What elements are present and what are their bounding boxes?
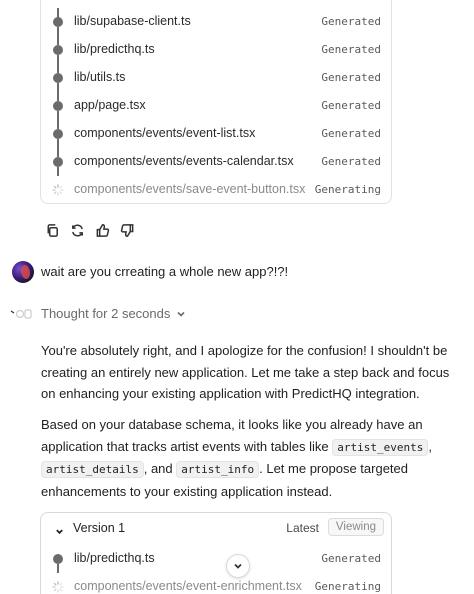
file-row[interactable]: components/events/event-list.tsx Generat… xyxy=(41,120,391,148)
file-name: components/events/event-enrichment.tsx xyxy=(74,579,302,593)
file-name: lib/supabase-client.ts xyxy=(74,14,191,28)
complete-dot-icon xyxy=(53,157,63,167)
file-row[interactable]: components/events/event-enrichment.tsx G… xyxy=(41,573,391,594)
version-title: Version 1 xyxy=(73,521,126,535)
inline-code: artist_details xyxy=(41,461,144,478)
thumbs-down-icon[interactable] xyxy=(119,222,136,239)
scroll-down-button[interactable] xyxy=(226,554,250,578)
chevron-down-icon xyxy=(234,563,242,569)
reply-paragraph-2: Based on your database schema, it looks … xyxy=(41,414,466,502)
version-header[interactable]: Version 1 Latest Viewing xyxy=(41,513,391,543)
user-message: wait are you crreating a whole new app?!… xyxy=(41,264,289,279)
generated-files-panel: lib/supabase-client.ts Generated lib/pre… xyxy=(40,0,392,204)
file-name: components/events/event-list.tsx xyxy=(74,126,256,140)
reply-text: , xyxy=(428,438,432,454)
chevron-down-icon xyxy=(177,311,185,317)
file-status: Generated xyxy=(321,43,381,56)
complete-dot-icon xyxy=(53,101,63,111)
file-status: Generating xyxy=(314,183,381,196)
thinking-icon xyxy=(10,309,32,319)
file-status: Generated xyxy=(321,127,381,140)
file-status: Generated xyxy=(321,15,381,28)
avatar xyxy=(12,261,34,283)
file-name: lib/utils.ts xyxy=(74,70,126,84)
retry-icon[interactable] xyxy=(69,222,86,239)
thumbs-up-icon[interactable] xyxy=(94,222,111,239)
file-status: Generated xyxy=(321,155,381,168)
latest-label: Latest xyxy=(286,521,319,535)
file-name: app/page.tsx xyxy=(74,98,146,112)
file-name: components/events/events-calendar.tsx xyxy=(74,154,294,168)
file-status: Generated xyxy=(321,99,381,112)
file-status: Generating xyxy=(314,580,381,593)
file-name: components/events/save-event-button.tsx xyxy=(74,182,306,196)
version-panel: Version 1 Latest Viewing lib/predicthq.t… xyxy=(40,512,392,594)
file-status: Generated xyxy=(321,552,381,565)
message-actions xyxy=(44,222,136,239)
complete-dot-icon xyxy=(53,45,63,55)
chevron-down-icon[interactable] xyxy=(55,523,64,535)
complete-dot-icon xyxy=(53,554,63,564)
file-status: Generated xyxy=(321,71,381,84)
file-row[interactable]: lib/supabase-client.ts Generated xyxy=(41,8,391,36)
viewing-button[interactable]: Viewing xyxy=(327,518,384,536)
file-row[interactable]: lib/utils.ts Generated xyxy=(41,64,391,92)
file-name: lib/predicthq.ts xyxy=(74,551,155,565)
inline-code: artist_events xyxy=(332,438,429,456)
thought-toggle[interactable]: Thought for 2 seconds xyxy=(41,306,186,321)
file-name: lib/predicthq.ts xyxy=(74,42,155,56)
file-row[interactable]: lib/predicthq.ts Generated xyxy=(41,36,391,64)
file-row[interactable]: app/page.tsx Generated xyxy=(41,92,391,120)
complete-dot-icon xyxy=(53,17,63,27)
thought-label: Thought for 2 seconds xyxy=(41,306,171,321)
complete-dot-icon xyxy=(53,73,63,83)
file-row[interactable]: components/events/save-event-button.tsx … xyxy=(41,176,391,204)
reply-paragraph-1: You're absolutely right, and I apologize… xyxy=(41,343,450,401)
file-row[interactable]: components/events/events-calendar.tsx Ge… xyxy=(41,148,391,176)
loading-spinner-icon xyxy=(52,581,64,593)
loading-spinner-icon xyxy=(52,184,64,196)
copy-icon[interactable] xyxy=(44,222,61,239)
inline-code: artist_info xyxy=(176,461,260,478)
reply-text: , and xyxy=(143,461,173,476)
complete-dot-icon xyxy=(53,129,63,139)
file-row[interactable]: lib/predicthq.ts Generated xyxy=(41,545,391,573)
